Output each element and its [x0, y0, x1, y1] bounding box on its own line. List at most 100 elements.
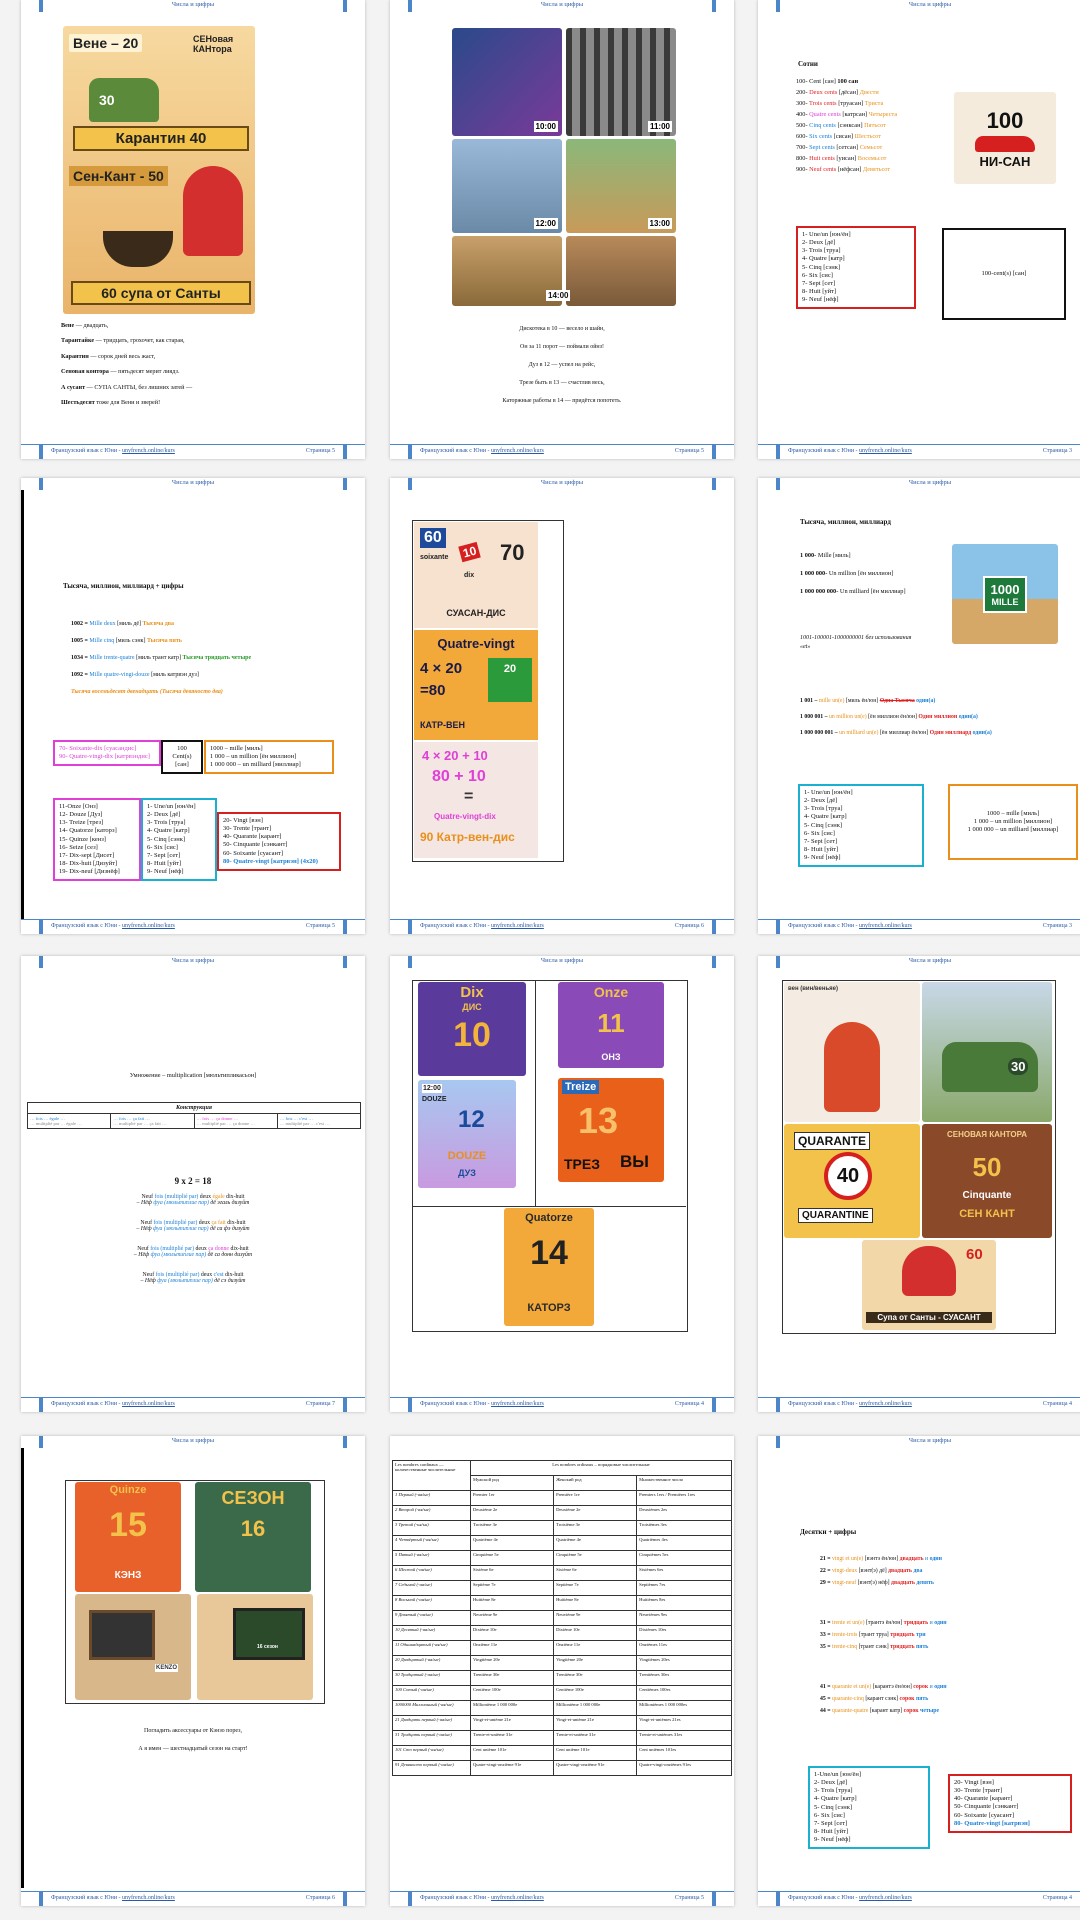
construction-table: Конструкция … fois … égale …… multiplié … [27, 1102, 361, 1129]
poster-quatre-vingt: Quatre-vingt 4 × 20 =80 20 КАТР-ВЕН [414, 630, 538, 740]
footer-link[interactable]: unyfrench.online/kurs [491, 448, 544, 454]
pron: [сэнксан] [837, 122, 865, 129]
poem-line: А я имен — шестнадцатый сезон на старт! [138, 1746, 248, 1752]
ru2: один(а) [957, 714, 978, 720]
footer-text: Французский язык с Юни - unyfrench.onlin… [51, 448, 175, 454]
footer-link[interactable]: unyfrench.online/kurs [491, 1401, 544, 1407]
table-row: 4 Четвёртый (-ая/ые) Quatrième 4e Quatrièm… [392, 1535, 732, 1551]
table-row: 91 Девяносто первый (-ая/ые) Quatre-vingt… [392, 1760, 732, 1776]
page-footer: Французский язык с Юни - unyfrench.onlin… [758, 444, 1080, 459]
footer-link[interactable]: unyfrench.online/kurs [491, 1895, 544, 1901]
table-cell: Cinquièmes 5es [636, 1550, 732, 1566]
tens-row: 35 = trente-cinq [трант сэнк] тридцать п… [820, 1644, 947, 1650]
thousand-row: 1092 = Mille quatre-vingt-douze [миль ка… [71, 672, 251, 678]
page-10: Числа и цифры Quinze 15 КЭНЗ СЕЗОН 16 KE… [21, 1436, 365, 1906]
ni-san-badge: 100 НИ-САН [954, 92, 1056, 184]
time-label: 10:00 [533, 121, 558, 132]
digit-item: 5- Cinq [сэнк] [804, 821, 843, 829]
card-quarante: QUARANTE 40 QUARANTINE [784, 1124, 920, 1238]
table-row: 1000000 Миллионный (-ая/ые) Millionième 1… [392, 1700, 732, 1716]
footer-link[interactable]: unyfrench.online/kurs [122, 923, 175, 929]
santa-shape [183, 166, 243, 256]
table-cell: Neuvièmes 9es [636, 1610, 732, 1626]
tile-text: 20 [503, 663, 517, 675]
w: дё са донн дизуйт [207, 1252, 253, 1258]
page-8: Числа и цифры Dix ДИС 10 Onze 11 ОНЗ 12:… [390, 956, 734, 1412]
footer-label: Французский язык с Юни - [420, 448, 492, 454]
table-cell: Deuxième 2e [469, 1505, 555, 1521]
box-line: 4- Quatre [катр] [147, 827, 190, 835]
tens-word: quarante-cinq [832, 1696, 866, 1702]
num: 1 000 000 001 – [800, 730, 840, 736]
comic-panel-1: 10:00 [452, 28, 562, 136]
card-title: Quatorze [525, 1212, 573, 1224]
footer-link[interactable]: unyfrench.online/kurs [491, 923, 544, 929]
footer-link[interactable]: unyfrench.online/kurs [859, 1895, 912, 1901]
section-title: Десятки + цифры [800, 1528, 857, 1536]
digit-item: 5- Cinq [сэнк] [814, 1803, 853, 1811]
w: – Нёф [136, 1200, 154, 1206]
comic-panel-2: 11:00 [566, 28, 676, 136]
table-cell: Neuvième 9e [469, 1610, 555, 1626]
page-11: Les nombres cardinaux — количественные ч… [390, 1436, 734, 1906]
page-12: Числа и цифры Десятки + цифры 21 = vingt… [758, 1436, 1080, 1906]
table-cell: Quatre-vingt-onzième 91e [469, 1760, 555, 1776]
footer-link[interactable]: unyfrench.online/kurs [122, 448, 175, 454]
card-vene: вен (вин/веньяе) [784, 982, 920, 1122]
footer-text: Французский язык с Юни - unyfrench.onlin… [788, 448, 912, 454]
page-header: Числа и цифры [390, 0, 734, 12]
page-3: Числа и цифры Сотни 100- Cent [сан] 100 … [758, 0, 1080, 459]
tens-row: 22 = vingt-deux [вэнт(э) дё] двадцать дв… [820, 1568, 947, 1574]
tens-word: 22 = [820, 1568, 832, 1574]
pron: [миль сэнк] [115, 638, 147, 644]
table-cell: Quatrième 4e [553, 1535, 638, 1551]
digit-item: 1- Une/un [юн/ён] [804, 789, 853, 796]
tens-row: 31 = trente et un(e) [трантэ ён/юн] трид… [820, 1620, 947, 1626]
card-sub: QUARANTINE [798, 1208, 873, 1223]
footer-link[interactable]: unyfrench.online/kurs [859, 1401, 912, 1407]
footer-link[interactable]: unyfrench.online/kurs [859, 923, 912, 929]
section-title: Сотни [798, 60, 818, 68]
ru: Одна Тысяча [879, 698, 915, 704]
poem-line: Вене — двадцать, [61, 322, 351, 329]
img-text-sen: Сен-Кант - 50 [69, 166, 168, 186]
time-label: 14:00 [546, 290, 571, 301]
table-cell: Huitième 8e [553, 1595, 638, 1611]
ru: Тысяча тридцать четыре [182, 655, 252, 661]
digit-item: 5- Cinq [сэнк] [802, 263, 841, 271]
fr-word: Huit cents [809, 155, 837, 162]
cell-line: … multiplié par … ça fait … [113, 1121, 167, 1126]
card-douze: 12:00 DOUZE 12 DOUZE ДУЗ [418, 1080, 516, 1188]
footer-text: Французский язык с Юни - unyfrench.onlin… [420, 448, 544, 454]
card-num: 15 [109, 1506, 147, 1544]
poem-line: Дуз в 12 — успел на рейс, [528, 362, 596, 368]
poem-bold: Тарантайке [61, 337, 95, 345]
card-num: 50 [972, 1152, 1002, 1182]
footer-link[interactable]: unyfrench.online/kurs [859, 448, 912, 454]
box-line: 60- Soixante [суасант] [954, 1811, 1015, 1819]
comic-panel-6 [566, 236, 676, 306]
digit-item: 4- Quatre [катр] [804, 813, 847, 821]
page-header: Числа и цифры [21, 956, 365, 968]
img-text: 80 + 10 [432, 768, 486, 785]
tens-word: [вэнтэ ён/юн] [864, 1556, 900, 1562]
table-cell: Millionième 1 000 000e [469, 1700, 555, 1716]
footer-link[interactable]: unyfrench.online/kurs [122, 1401, 175, 1407]
page-2: Числа и цифры 10:00 11:00 12:00 13:00 14… [390, 0, 734, 459]
tens-word: двадцать [891, 1580, 915, 1586]
page-header: Числа и цифры [21, 1436, 365, 1448]
table-cell: Quatrièmes 4es [636, 1535, 732, 1551]
fr: Mille cinq [89, 638, 116, 644]
tens-row: 29 = vingt-neuf [вэнт(э) нёф] двадцать д… [820, 1580, 947, 1586]
hundreds-row: 300- Trois cents [труасан] Триста [796, 100, 897, 107]
img-text-car: 30 [99, 92, 115, 108]
table-cell: 7 Седьмой (-ая/ые) [392, 1580, 471, 1596]
table-cell: Vingtième 20e [553, 1655, 638, 1671]
tens-word: сорок [899, 1696, 915, 1702]
comic-panel-4: 13:00 [566, 139, 676, 233]
footer-text: Французский язык с Юни - unyfrench.onlin… [420, 1401, 544, 1407]
digit-item: 6- Six [сис] [804, 829, 835, 837]
page-footer: Французский язык с Юни - unyfrench.onlin… [21, 1891, 365, 1906]
table-row: 20 Двадцатый (-ая/ые) Vingtième 20e Vingti… [392, 1655, 732, 1671]
footer-link[interactable]: unyfrench.online/kurs [122, 1895, 175, 1901]
